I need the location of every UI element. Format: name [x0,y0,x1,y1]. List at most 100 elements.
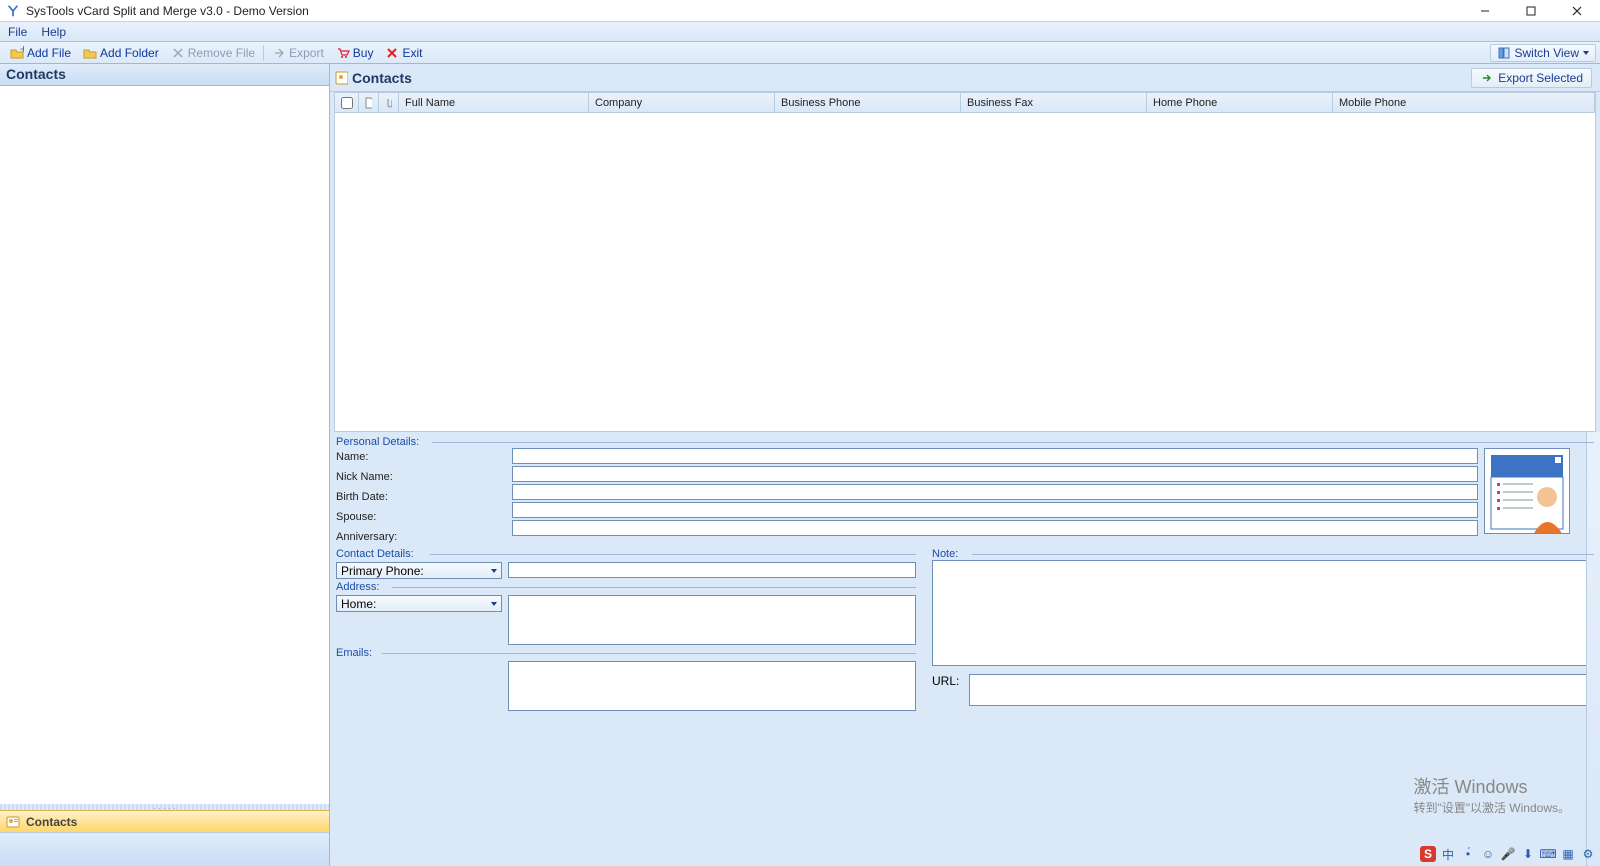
system-tray: S 中 •́ ☺ 🎤 ⬇ ⌨ ▦ ⚙ [1420,846,1596,862]
column-business-phone[interactable]: Business Phone [775,93,961,112]
address-group: Address: [336,581,916,593]
switch-view-label: Switch View [1515,46,1579,60]
export-icon [272,46,286,60]
maximize-button[interactable] [1508,0,1554,22]
column-attachment-icon[interactable] [379,93,399,112]
tray-tool-icon[interactable]: ⚙ [1580,846,1596,862]
folder-icon [83,46,97,60]
nav-contacts[interactable]: Contacts [0,810,329,832]
remove-file-label: Remove File [188,46,255,60]
address-input[interactable] [508,595,916,645]
exit-button[interactable]: Exit [379,45,428,61]
name-input[interactable] [512,448,1478,464]
contacts-tree[interactable] [0,86,329,804]
tray-grid-icon[interactable]: ▦ [1560,846,1576,862]
add-file-label: Add File [27,46,71,60]
contacts-icon [334,71,348,85]
buy-label: Buy [353,46,374,60]
sogou-ime-icon[interactable]: S [1420,846,1436,862]
birth-date-label: Birth Date: [336,491,388,503]
table-header: Full Name Company Business Phone Busines… [335,93,1595,113]
primary-phone-combo[interactable]: Primary Phone: [336,562,502,579]
close-button[interactable] [1554,0,1600,22]
anniversary-label: Anniversary: [336,531,397,543]
nick-name-input[interactable] [512,466,1478,482]
remove-file-button[interactable]: Remove File [165,45,261,61]
url-label: URL: [932,674,959,688]
chevron-down-icon [1583,51,1589,55]
column-business-fax[interactable]: Business Fax [961,93,1147,112]
tray-smile-icon[interactable]: ☺ [1480,846,1496,862]
column-full-name[interactable]: Full Name [399,93,589,112]
name-label: Name: [336,451,368,463]
address-type-combo[interactable]: Home: [336,595,502,612]
personal-details-group: Personal Details: [336,436,1594,448]
contacts-table: Full Name Company Business Phone Busines… [334,92,1596,432]
url-input[interactable] [969,674,1594,706]
ime-language-icon[interactable]: 中 [1440,846,1456,862]
primary-phone-combo-label: Primary Phone: [341,564,424,578]
right-pane: Contacts Export Selected Full Name Compa… [330,64,1600,866]
details-scrollbar[interactable] [1586,432,1600,866]
export-selected-icon [1480,71,1494,85]
note-input[interactable] [932,560,1594,666]
chevron-down-icon [491,569,497,573]
address-type-label: Home: [341,597,376,611]
column-company[interactable]: Company [589,93,775,112]
contact-details-group: Contact Details: [336,548,916,560]
column-mobile-phone[interactable]: Mobile Phone [1333,93,1595,112]
export-selected-label: Export Selected [1498,71,1583,85]
menubar: File Help [0,22,1600,42]
exit-label: Exit [402,46,422,60]
main-area: Contacts · · · · · Contacts Contacts Exp… [0,64,1600,866]
remove-icon [171,46,185,60]
app-icon [6,4,20,18]
export-label: Export [289,46,324,60]
buy-button[interactable]: Buy [330,45,380,61]
contact-card-icon [6,815,20,829]
select-all-checkbox[interactable] [341,97,353,109]
toolbar-separator [263,45,264,61]
menu-help[interactable]: Help [41,25,66,39]
tray-keyboard-icon[interactable]: ⌨ [1540,846,1556,862]
menu-file[interactable]: File [8,25,27,39]
contacts-title: Contacts [352,70,412,86]
left-pane: Contacts · · · · · Contacts [0,64,330,866]
export-button[interactable]: Export [266,45,330,61]
nick-name-label: Nick Name: [336,471,393,483]
contacts-header: Contacts Export Selected [330,64,1600,92]
left-pane-footer [0,832,329,866]
emails-input[interactable] [508,661,916,711]
svg-text:+: + [20,46,24,56]
layout-icon [1497,46,1511,60]
note-group: Note: [932,548,1594,560]
tray-mic-icon[interactable]: 🎤 [1500,846,1516,862]
column-checkbox[interactable] [335,93,359,112]
minimize-button[interactable] [1462,0,1508,22]
add-folder-label: Add Folder [100,46,159,60]
add-folder-button[interactable]: Add Folder [77,45,165,61]
window-title: SysTools vCard Split and Merge v3.0 - De… [26,4,1462,18]
column-home-phone[interactable]: Home Phone [1147,93,1333,112]
chevron-down-icon [491,602,497,606]
export-selected-button[interactable]: Export Selected [1471,68,1592,88]
toolbar: + Add File Add Folder Remove File Export… [0,42,1600,64]
titlebar: SysTools vCard Split and Merge v3.0 - De… [0,0,1600,22]
paperclip-icon [385,97,392,109]
left-pane-header: Contacts [0,64,329,86]
add-file-button[interactable]: + Add File [4,45,77,61]
nav-contacts-label: Contacts [26,815,77,829]
folder-plus-icon: + [10,46,24,60]
tray-download-icon[interactable]: ⬇ [1520,846,1536,862]
birth-date-input[interactable] [512,484,1478,500]
anniversary-input[interactable] [512,520,1478,536]
switch-view-button[interactable]: Switch View [1490,44,1596,62]
table-body[interactable] [335,113,1595,431]
spouse-input[interactable] [512,502,1478,518]
emails-group: Emails: [336,647,916,659]
column-doc-icon[interactable] [359,93,379,112]
tray-icon-1[interactable]: •́ [1460,846,1476,862]
document-icon [365,97,372,109]
primary-phone-input[interactable] [508,562,916,578]
contact-photo [1484,448,1570,534]
